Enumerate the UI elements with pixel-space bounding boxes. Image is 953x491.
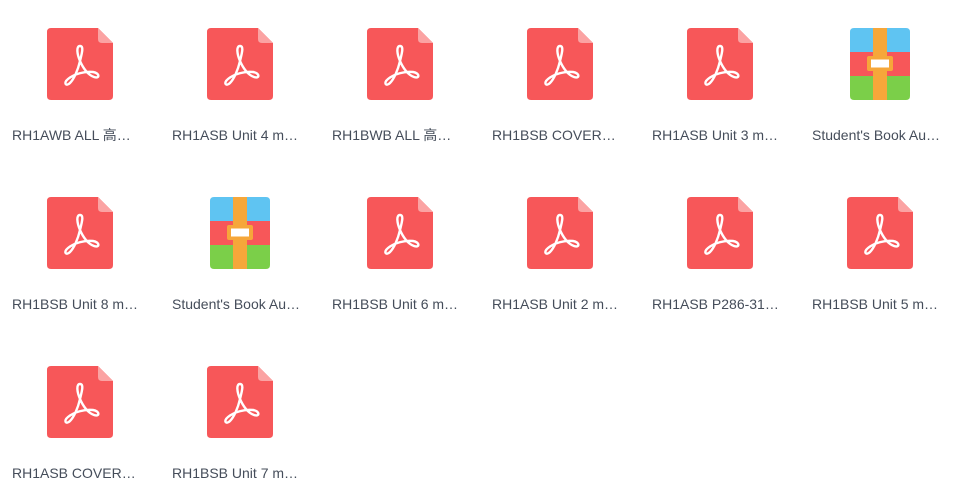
pdf-icon <box>687 28 753 100</box>
pdf-icon <box>47 366 113 438</box>
file-name: Student's Book Au… <box>812 127 940 143</box>
file-item[interactable]: Student's Book Au… <box>800 0 953 150</box>
file-item[interactable]: RH1ASB Unit 4 m… <box>160 0 320 150</box>
file-item[interactable]: RH1ASB COVER… <box>0 338 160 488</box>
file-item[interactable]: RH1ASB Unit 2 m… <box>480 169 640 319</box>
pdf-icon <box>367 197 433 269</box>
file-item[interactable]: RH1BSB COVER… <box>480 0 640 150</box>
file-item[interactable]: RH1BSB Unit 5 m… <box>800 169 953 319</box>
file-item[interactable]: Student's Book Au… <box>160 169 320 319</box>
file-name: RH1BSB COVER… <box>492 127 616 143</box>
file-item[interactable]: RH1ASB Unit 3 m… <box>640 0 800 150</box>
file-name: RH1BSB Unit 8 m… <box>12 296 139 312</box>
archive-icon <box>847 28 913 100</box>
pdf-icon <box>367 28 433 100</box>
file-name: RH1ASB Unit 2 m… <box>492 296 619 312</box>
file-name: RH1BWB ALL 高… <box>332 127 452 143</box>
file-item[interactable]: RH1BWB ALL 高… <box>320 0 480 150</box>
pdf-icon <box>527 28 593 100</box>
file-name: RH1ASB Unit 4 m… <box>172 127 299 143</box>
file-item[interactable]: RH1BSB Unit 7 m… <box>160 338 320 488</box>
file-name: RH1BSB Unit 7 m… <box>172 465 299 481</box>
pdf-icon <box>687 197 753 269</box>
file-item[interactable]: RH1BSB Unit 8 m… <box>0 169 160 319</box>
file-name: RH1AWB ALL 高… <box>12 127 131 143</box>
archive-icon <box>207 197 273 269</box>
pdf-icon <box>527 197 593 269</box>
file-item[interactable]: RH1AWB ALL 高… <box>0 0 160 150</box>
pdf-icon <box>847 197 913 269</box>
pdf-icon <box>47 28 113 100</box>
file-item[interactable]: RH1BSB Unit 6 m… <box>320 169 480 319</box>
file-name: RH1ASB P286-31… <box>652 296 779 312</box>
file-name: RH1BSB Unit 6 m… <box>332 296 459 312</box>
pdf-icon <box>207 366 273 438</box>
file-name: RH1ASB Unit 3 m… <box>652 127 779 143</box>
file-name: Student's Book Au… <box>172 296 300 312</box>
pdf-icon <box>207 28 273 100</box>
file-item[interactable]: RH1ASB P286-31… <box>640 169 800 319</box>
pdf-icon <box>47 197 113 269</box>
file-name: RH1ASB COVER… <box>12 465 136 481</box>
file-grid: RH1AWB ALL 高… RH1ASB Unit 4 m… RH1BWB AL… <box>0 0 953 491</box>
file-name: RH1BSB Unit 5 m… <box>812 296 939 312</box>
